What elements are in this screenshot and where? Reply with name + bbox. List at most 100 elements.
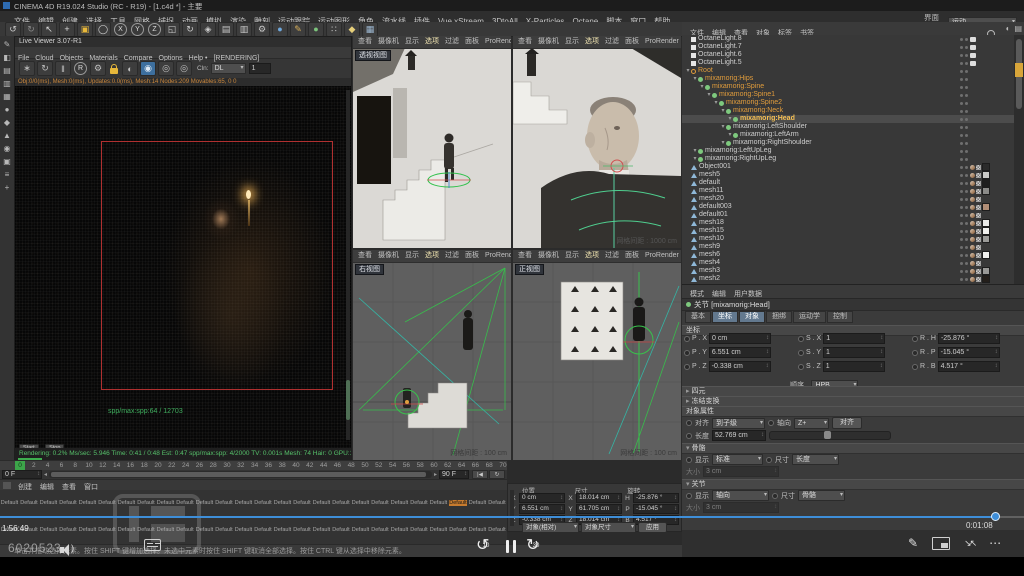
axis-z-button[interactable]: Z — [148, 23, 161, 36]
spinner-arrows[interactable]: ↕ — [560, 494, 563, 502]
lv-scrollbar-thumb[interactable] — [346, 380, 350, 420]
viewport-dot[interactable] — [960, 230, 963, 233]
viewport-front[interactable]: 查看摄像机显示选项过滤面板ProRender+↕↻▣ 正视图 — [513, 250, 681, 460]
live-viewer-titlebar[interactable]: Live Viewer 3.07-R1 — [15, 37, 351, 47]
timeline-tick[interactable]: 12 — [99, 462, 106, 469]
material-swatch[interactable]: Default — [410, 491, 429, 509]
visibility-dots[interactable] — [960, 150, 968, 153]
spinner-arrows[interactable]: ↕ — [560, 505, 563, 513]
coords-value-input[interactable]: 0 cm↕ — [519, 493, 565, 503]
visibility-dots[interactable] — [960, 86, 968, 89]
timeline-tick[interactable]: 58 — [417, 462, 424, 469]
tree-item-OctaneLight-7[interactable]: OctaneLight.7 — [682, 43, 1014, 51]
joint-display-dropdown[interactable]: 轴向 — [712, 490, 769, 501]
material-swatch[interactable]: Default — [312, 518, 331, 536]
timeline-tick[interactable]: 30 — [223, 462, 230, 469]
viewport-perspective-label[interactable]: 透视视图 — [355, 50, 391, 61]
viewport-menu-item[interactable]: 摄像机 — [375, 250, 402, 262]
tree-item-mesh6[interactable]: mesh6 — [682, 251, 1014, 259]
loop-button[interactable]: ↻ — [489, 470, 505, 479]
render-dot[interactable] — [965, 78, 968, 81]
uv-tag-icon[interactable] — [976, 253, 981, 258]
tree-item-mesh11[interactable]: mesh11 — [682, 187, 1014, 195]
annotate-pencil-icon[interactable]: ✎ — [908, 536, 918, 550]
visibility-dots[interactable] — [960, 262, 968, 265]
viewport-camera[interactable]: 查看摄像机显示选项过滤面板ProRender+↕↻▣ 网格间距 : 1000 c… — [513, 36, 681, 248]
material-swatch[interactable]: Default — [429, 518, 448, 536]
material-swatch[interactable]: Default — [332, 518, 351, 536]
viewport-dot[interactable] — [960, 214, 963, 217]
subtitle-icon[interactable] — [144, 538, 161, 556]
pen-icon[interactable]: ✎ — [290, 22, 306, 37]
spinner-arrows[interactable]: ↕ — [674, 494, 677, 502]
object-props-section[interactable]: 对象属性 — [682, 406, 1024, 417]
viewport-dot[interactable] — [960, 38, 963, 41]
render-dot[interactable] — [965, 86, 968, 89]
cursor-icon[interactable]: ↖ — [41, 22, 57, 37]
uv-tag-icon[interactable] — [976, 189, 981, 194]
viewport-perspective-canvas[interactable] — [353, 48, 511, 248]
modeling-sphere-icon[interactable]: ● — [272, 22, 288, 37]
tree-item-mesh10[interactable]: mesh10 — [682, 235, 1014, 243]
timeline-tick[interactable]: 62 — [444, 462, 451, 469]
coords-value-input[interactable]: 18.014 cm↕ — [576, 493, 622, 503]
viewport-dot[interactable] — [960, 166, 963, 169]
visibility-dots[interactable] — [960, 62, 968, 65]
octane-light-tag-icon[interactable] — [970, 37, 976, 42]
render-dot[interactable] — [965, 110, 968, 113]
viewport-right[interactable]: 查看摄像机显示选项过滤面板ProRender+↕↻▣ 右视图 网格间距 : 1 — [353, 250, 511, 460]
tree-item-mixamorig-RightUpLeg[interactable]: ▾mixamorig:RightUpLeg — [682, 155, 1014, 163]
viewport-dot[interactable] — [960, 254, 963, 257]
visibility-dots[interactable] — [960, 182, 968, 185]
visibility-dots[interactable] — [960, 270, 968, 273]
uv-tag-icon[interactable] — [976, 197, 981, 202]
spinner-arrows[interactable]: ↕ — [674, 505, 677, 513]
material-swatch[interactable]: Default — [293, 491, 312, 509]
visibility-dots[interactable] — [960, 110, 968, 113]
render-dot[interactable] — [965, 214, 968, 217]
mode-toolbar-icon-11[interactable]: + — [5, 181, 10, 194]
visibility-dots[interactable] — [960, 78, 968, 81]
phong-tag-icon[interactable] — [970, 165, 975, 170]
uv-tag-icon[interactable] — [976, 181, 981, 186]
material-swatch[interactable]: Default — [390, 491, 409, 509]
tree-item-mesh3[interactable]: mesh3 — [682, 267, 1014, 275]
keyframe-dot[interactable] — [912, 336, 918, 342]
timeline-tick[interactable]: 36 — [265, 462, 272, 469]
render-dot[interactable] — [965, 158, 968, 161]
octane-light-tag-icon[interactable] — [970, 45, 976, 50]
octane-light-tag-icon[interactable] — [970, 53, 976, 58]
uv-tag-icon[interactable] — [976, 261, 981, 266]
material-swatch[interactable]: Default — [351, 518, 370, 536]
mode-toolbar-icon-7[interactable]: ▲ — [3, 129, 11, 142]
length-slider[interactable] — [769, 431, 891, 440]
uv-tag-icon[interactable] — [976, 213, 981, 218]
array-icon[interactable]: ∷ — [326, 22, 342, 37]
keyframe-dot[interactable] — [798, 350, 804, 356]
mode-toolbar-icon-4[interactable]: ▦ — [3, 90, 11, 103]
visibility-dots[interactable] — [960, 230, 968, 233]
bone-display-dropdown[interactable]: 标准 — [712, 454, 763, 465]
viewport-perspective[interactable]: 查看摄像机显示选项过滤面板ProRender+↕↻▣ 透视视图 — [353, 36, 511, 248]
timeline-tick[interactable]: 48 — [348, 462, 355, 469]
tree-item-mixamorig-Neck[interactable]: ▾mixamorig:Neck — [682, 107, 1014, 115]
length-keydot[interactable] — [686, 433, 692, 439]
spinner-arrows[interactable]: ↕ — [880, 348, 883, 357]
coord-input-sy[interactable]: 1↕ — [823, 347, 885, 358]
viewport-dot[interactable] — [960, 86, 963, 89]
viewport-dot[interactable] — [960, 134, 963, 137]
joint-size-dropdown[interactable]: 骨骼 — [798, 490, 845, 501]
phong-tag-icon[interactable] — [970, 245, 975, 250]
viewport-dot[interactable] — [960, 102, 963, 105]
viewport-dot[interactable] — [960, 238, 963, 241]
visibility-dots[interactable] — [960, 238, 968, 241]
keyframe-dot[interactable] — [684, 336, 690, 342]
spinner-arrows[interactable]: ↕ — [766, 334, 769, 343]
viewport-menu-item[interactable]: 过滤 — [602, 36, 622, 48]
timeline-tick[interactable]: 68 — [486, 462, 493, 469]
lock-resolution-icon[interactable] — [110, 68, 118, 74]
viewport-menu-item[interactable]: 摄像机 — [535, 250, 562, 262]
coords-value-input[interactable]: -15.045 °↕ — [633, 504, 679, 514]
axis-y-button[interactable]: Y — [131, 23, 144, 36]
more-options-icon[interactable]: ⋯ — [989, 536, 1001, 550]
